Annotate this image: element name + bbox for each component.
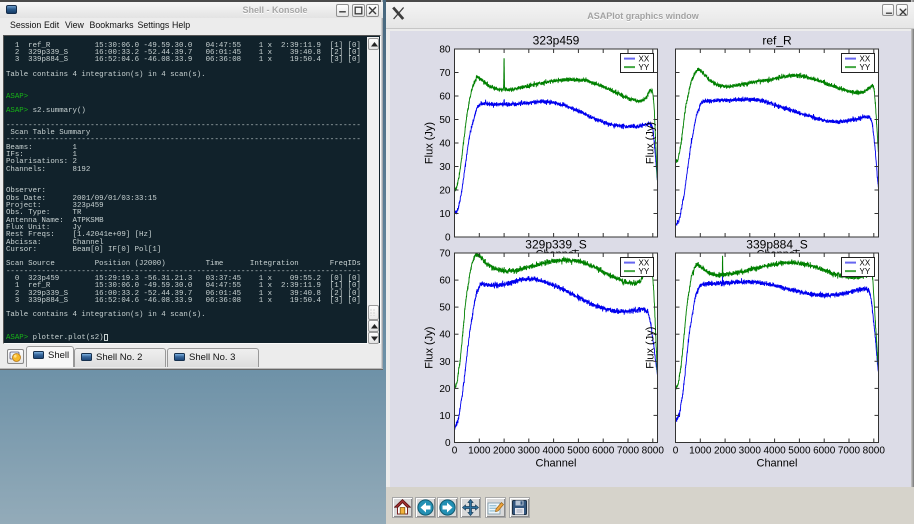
svg-text:5000: 5000 xyxy=(567,446,590,457)
svg-text:YY: YY xyxy=(860,267,871,276)
svg-text:30: 30 xyxy=(439,357,451,368)
svg-text:60: 60 xyxy=(439,276,451,287)
svg-text:Flux (Jy): Flux (Jy) xyxy=(424,122,436,164)
svg-text:4000: 4000 xyxy=(763,446,786,457)
svg-text:0: 0 xyxy=(445,233,451,244)
svg-text:7000: 7000 xyxy=(617,446,640,457)
svg-text:50: 50 xyxy=(439,303,451,314)
svg-text:1000: 1000 xyxy=(689,446,712,457)
svg-text:8000: 8000 xyxy=(642,446,665,457)
svg-text:40: 40 xyxy=(439,330,451,341)
svg-text:Channel: Channel xyxy=(536,458,577,470)
svg-text:40: 40 xyxy=(439,139,451,150)
svg-text:7000: 7000 xyxy=(838,446,861,457)
svg-text:Flux (Jy): Flux (Jy) xyxy=(424,327,436,369)
svg-text:20: 20 xyxy=(439,186,451,197)
svg-text:6000: 6000 xyxy=(813,446,836,457)
svg-text:Flux (Jy): Flux (Jy) xyxy=(645,122,657,164)
svg-text:70: 70 xyxy=(439,68,451,79)
svg-text:70: 70 xyxy=(439,249,451,260)
svg-text:10: 10 xyxy=(439,209,451,220)
svg-text:4000: 4000 xyxy=(542,446,565,457)
svg-text:Flux (Jy): Flux (Jy) xyxy=(645,327,657,369)
svg-text:20: 20 xyxy=(439,384,451,395)
svg-text:80: 80 xyxy=(439,45,451,56)
svg-text:10: 10 xyxy=(439,411,451,422)
svg-text:339p884_S: 339p884_S xyxy=(746,238,807,252)
svg-text:5000: 5000 xyxy=(788,446,811,457)
svg-text:6000: 6000 xyxy=(592,446,615,457)
svg-text:8000: 8000 xyxy=(863,446,886,457)
svg-text:0: 0 xyxy=(673,446,679,457)
svg-text:60: 60 xyxy=(439,92,451,103)
svg-text:1000: 1000 xyxy=(468,446,491,457)
svg-text:YY: YY xyxy=(639,63,650,72)
svg-text:0: 0 xyxy=(452,446,458,457)
svg-text:ref_R: ref_R xyxy=(762,34,792,48)
svg-text:Channel: Channel xyxy=(757,458,798,470)
svg-text:323p459: 323p459 xyxy=(533,34,580,48)
svg-text:2000: 2000 xyxy=(714,446,737,457)
svg-text:329p339_S: 329p339_S xyxy=(525,238,586,252)
svg-text:YY: YY xyxy=(639,267,650,276)
svg-text:3000: 3000 xyxy=(518,446,541,457)
svg-text:YY: YY xyxy=(860,63,871,72)
svg-text:30: 30 xyxy=(439,162,451,173)
svg-text:3000: 3000 xyxy=(739,446,762,457)
svg-text:0: 0 xyxy=(445,438,451,449)
svg-text:2000: 2000 xyxy=(493,446,516,457)
svg-text:50: 50 xyxy=(439,115,451,126)
